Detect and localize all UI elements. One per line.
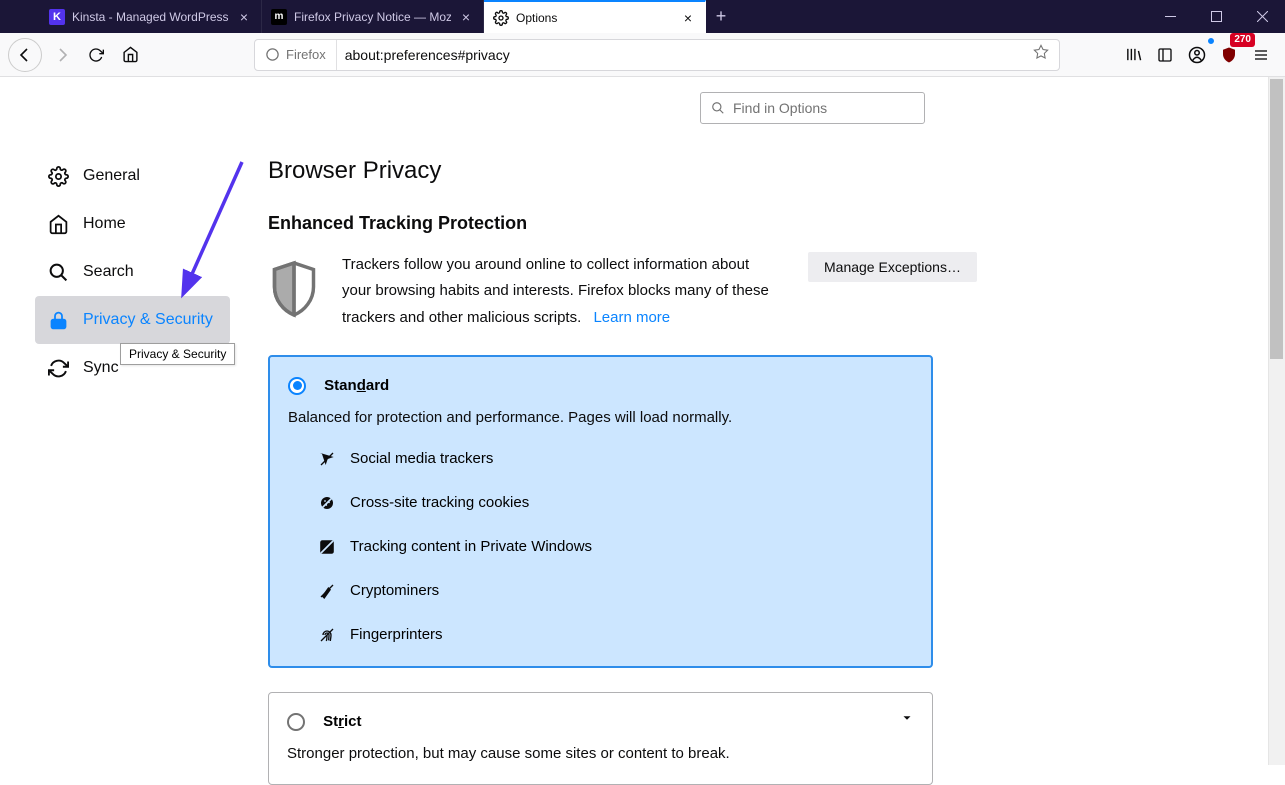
sidebar-label: Privacy & Security <box>83 311 213 329</box>
sidebar-label: General <box>83 167 140 185</box>
gear-icon <box>47 166 69 187</box>
gear-icon <box>493 10 509 26</box>
sync-icon <box>47 358 69 379</box>
cookie-icon <box>318 494 336 512</box>
tracking-option-strict[interactable]: Strict Stronger protection, but may caus… <box>268 692 933 785</box>
url-text: about:preferences#privacy <box>337 47 1023 63</box>
option-title: Standard <box>324 377 389 394</box>
forward-button[interactable] <box>46 39 78 71</box>
scrollbar-track[interactable] <box>1268 77 1285 765</box>
close-tab-icon[interactable]: × <box>458 9 474 25</box>
favicon-kinsta: K <box>49 9 65 25</box>
feature-item: Cryptominers <box>318 582 911 600</box>
chevron-down-icon[interactable] <box>900 711 914 729</box>
maximize-button[interactable] <box>1193 0 1239 33</box>
feature-item: Tracking content in Private Windows <box>318 538 911 556</box>
tab-strip: K Kinsta - Managed WordPress Hosting × m… <box>0 0 736 33</box>
option-description: Stronger protection, but may cause some … <box>287 745 912 762</box>
search-icon <box>47 262 69 283</box>
close-tab-icon[interactable]: × <box>236 9 252 25</box>
new-tab-button[interactable]: + <box>706 0 736 33</box>
sidebar-item-privacy[interactable]: Privacy & Security <box>35 296 230 344</box>
etp-description-row: Trackers follow you around online to col… <box>268 252 1285 331</box>
browser-tab-options[interactable]: Options × <box>484 0 706 33</box>
identity-label: Firefox <box>286 47 326 62</box>
browser-tab-mozilla[interactable]: m Firefox Privacy Notice — Mozilla × <box>262 0 484 33</box>
sidebar-label: Sync <box>83 359 119 377</box>
tracking-option-standard[interactable]: Standard Balanced for protection and per… <box>268 355 933 668</box>
navigation-toolbar: Firefox about:preferences#privacy 270 <box>0 33 1285 77</box>
close-tab-icon[interactable]: × <box>680 10 696 26</box>
tooltip: Privacy & Security <box>120 343 235 365</box>
sidebar-label: Home <box>83 215 126 233</box>
find-in-options-input[interactable]: Find in Options <box>700 92 925 124</box>
library-button[interactable] <box>1117 39 1149 71</box>
option-description: Balanced for protection and performance.… <box>288 409 911 426</box>
lock-icon <box>47 310 69 331</box>
close-window-button[interactable] <box>1239 0 1285 33</box>
window-titlebar: K Kinsta - Managed WordPress Hosting × m… <box>0 0 1285 33</box>
shield-icon <box>268 258 320 320</box>
find-placeholder: Find in Options <box>733 100 827 116</box>
option-title: Strict <box>323 713 361 730</box>
manage-exceptions-button[interactable]: Manage Exceptions… <box>808 252 977 282</box>
firefox-logo-icon <box>265 47 280 62</box>
tracking-content-icon <box>318 538 336 556</box>
url-bar[interactable]: Firefox about:preferences#privacy <box>254 39 1060 71</box>
feature-item: Social media trackers <box>318 450 911 468</box>
search-icon <box>711 101 725 115</box>
reload-button[interactable] <box>80 39 112 71</box>
sidebar-item-search[interactable]: Search <box>35 248 230 296</box>
identity-box[interactable]: Firefox <box>255 40 337 70</box>
fingerprint-icon <box>318 626 336 644</box>
etp-description: Trackers follow you around online to col… <box>342 252 772 331</box>
browser-tab-kinsta[interactable]: K Kinsta - Managed WordPress Hosting × <box>40 0 262 33</box>
feature-list: Social media trackers Cross-site trackin… <box>318 450 911 644</box>
account-button[interactable] <box>1181 39 1213 71</box>
sidebar-toggle-button[interactable] <box>1149 39 1181 71</box>
radio-unselected-icon[interactable] <box>287 713 305 731</box>
tab-label: Options <box>516 11 673 25</box>
home-icon <box>47 214 69 235</box>
radio-selected-icon[interactable] <box>288 377 306 395</box>
favicon-mozilla: m <box>271 9 287 25</box>
section-title: Enhanced Tracking Protection <box>268 213 1285 234</box>
bookmark-star-icon[interactable] <box>1023 44 1059 65</box>
preferences-page: General Home Search Privacy & Security S… <box>0 77 1285 765</box>
social-trackers-icon <box>318 450 336 468</box>
categories-sidebar: General Home Search Privacy & Security S… <box>0 77 230 765</box>
main-content: Find in Options Browser Privacy Enhanced… <box>230 77 1285 765</box>
window-controls <box>1147 0 1285 33</box>
feature-item: Cross-site tracking cookies <box>318 494 911 512</box>
scrollbar-thumb[interactable] <box>1270 79 1283 359</box>
sidebar-item-general[interactable]: General <box>35 152 230 200</box>
feature-item: Fingerprinters <box>318 626 911 644</box>
ublock-button[interactable]: 270 <box>1213 39 1245 71</box>
home-button[interactable] <box>114 39 146 71</box>
learn-more-link[interactable]: Learn more <box>593 309 670 326</box>
badge-count: 270 <box>1230 33 1255 47</box>
tab-label: Kinsta - Managed WordPress Hosting <box>72 10 229 24</box>
cryptominer-icon <box>318 582 336 600</box>
minimize-button[interactable] <box>1147 0 1193 33</box>
page-title: Browser Privacy <box>268 157 1285 185</box>
sidebar-label: Search <box>83 263 134 281</box>
back-button[interactable] <box>8 38 42 72</box>
sidebar-item-home[interactable]: Home <box>35 200 230 248</box>
tab-label: Firefox Privacy Notice — Mozilla <box>294 10 451 24</box>
